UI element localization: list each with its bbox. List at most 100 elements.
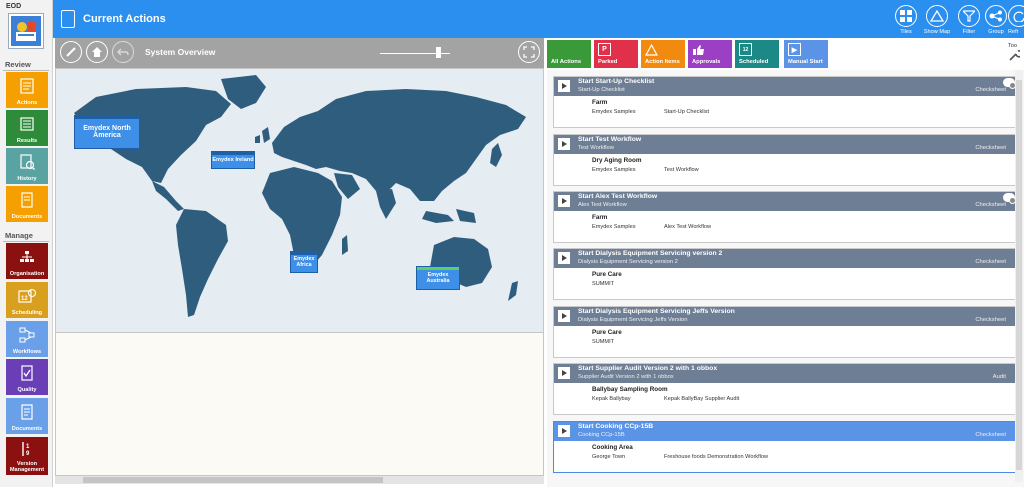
parked-icon: P xyxy=(598,43,611,56)
play-icon: ▶ xyxy=(788,43,801,56)
action-subtitle: Cooking CCp-15B xyxy=(578,432,625,438)
pin-strip xyxy=(417,267,459,270)
play-icon xyxy=(562,198,567,204)
action-card[interactable]: Start Dialysis Equipment Servicing versi… xyxy=(553,248,1019,300)
top-bar: Current Actions Tiles Show Map Filter Gr… xyxy=(53,0,1024,38)
action-form: Freshouse foods Demonstration Workflow xyxy=(664,454,769,460)
action-card[interactable]: Start Supplier Audit Version 2 with 1 ob… xyxy=(553,363,1019,415)
map-pin-ireland[interactable]: Emydex Ireland xyxy=(211,151,255,169)
tools-button[interactable]: Too xyxy=(1008,43,1024,63)
action-type: Checksheet xyxy=(975,259,1006,265)
tab-action-items[interactable]: Action Items xyxy=(641,40,685,68)
tab-label: All Actions xyxy=(551,59,582,65)
sidebar-item-label: Actions xyxy=(16,100,38,106)
action-card-selected[interactable]: Start Cooking CCp-15B Cooking CCp-15B Ch… xyxy=(553,421,1019,473)
action-type: Checksheet xyxy=(975,202,1006,208)
sidebar-item-history[interactable]: History xyxy=(6,148,48,184)
start-button[interactable] xyxy=(558,80,570,92)
tiles-button[interactable]: Tiles xyxy=(892,5,920,35)
pin-strip xyxy=(212,152,254,155)
play-icon xyxy=(562,83,567,89)
start-button[interactable] xyxy=(558,252,570,264)
show-map-label: Show Map xyxy=(923,29,951,35)
tab-label: Action Items xyxy=(645,59,680,65)
action-site: Emydex Samples xyxy=(592,167,636,173)
sidebar-item-actions[interactable]: Actions xyxy=(6,72,48,108)
actions-icon xyxy=(20,78,34,94)
sidebar-item-label: Organisation xyxy=(9,271,45,277)
map-pin-north-america[interactable]: Emydex North America xyxy=(74,115,140,149)
action-location: Farm xyxy=(592,99,608,106)
action-form: Kepak BallyBay Supplier Audit xyxy=(664,396,740,402)
action-card[interactable]: Start Dialysis Equipment Servicing Jeffs… xyxy=(553,306,1019,358)
organisation-icon xyxy=(20,251,34,262)
group-label: Group xyxy=(988,29,1004,35)
calendar-icon: 12 xyxy=(739,43,752,56)
refresh-button[interactable]: Refr xyxy=(1008,5,1024,35)
sidebar-item-documents-manage[interactable]: Documents xyxy=(6,398,48,434)
tab-manual-start[interactable]: ▶ Manual Start xyxy=(784,40,828,68)
app-logo[interactable] xyxy=(8,13,44,49)
zoom-slider-handle[interactable] xyxy=(436,47,441,58)
sidebar-item-label: Documents xyxy=(11,214,43,220)
action-card[interactable]: Start Start-Up Checklist Start-Up Checkl… xyxy=(553,76,1019,128)
scrollbar-thumb[interactable] xyxy=(1016,80,1022,470)
vertical-scrollbar[interactable] xyxy=(1015,70,1023,482)
action-card[interactable]: Start Test Workflow Test Workflow Checks… xyxy=(553,134,1019,186)
action-location: Farm xyxy=(592,214,608,221)
tab-approvals[interactable]: Approvals xyxy=(688,40,732,68)
action-subtitle: Dialysis Equipment Servicing Jeffs Versi… xyxy=(578,317,688,323)
start-button[interactable] xyxy=(558,138,570,150)
map-pin-africa[interactable]: Emydex Africa xyxy=(290,251,318,273)
scrollbar-thumb[interactable] xyxy=(83,477,383,483)
workflows-icon xyxy=(19,327,35,343)
start-button[interactable] xyxy=(558,195,570,207)
start-button[interactable] xyxy=(558,310,570,322)
action-card[interactable]: Start Alex Test Workflow Alex Test Workf… xyxy=(553,191,1019,243)
sidebar-item-workflows[interactable]: Workflows xyxy=(6,321,48,357)
history-icon xyxy=(20,154,35,170)
results-icon xyxy=(20,117,34,131)
map-title: System Overview xyxy=(145,47,216,57)
sidebar-item-label: History xyxy=(17,176,37,182)
action-type: Checksheet xyxy=(975,145,1006,151)
action-form: Start-Up Checklist xyxy=(664,109,710,115)
start-button[interactable] xyxy=(558,425,570,437)
sidebar-item-organisation[interactable]: Organisation xyxy=(6,243,48,279)
start-button[interactable] xyxy=(558,367,570,379)
action-title: Start Test Workflow xyxy=(578,136,642,143)
tab-parked[interactable]: P Parked xyxy=(594,40,638,68)
page-title: Current Actions xyxy=(83,13,166,25)
pin-label: Emydex Ireland xyxy=(212,157,254,163)
sidebar-item-version-management[interactable]: 19 Version Management xyxy=(6,437,48,475)
group-button[interactable]: Group xyxy=(982,5,1010,35)
manage-section-label: Manage xyxy=(5,231,33,240)
edit-button[interactable] xyxy=(60,41,82,63)
action-site: George Town xyxy=(592,454,626,460)
map-pin-australia[interactable]: Emydex Australia xyxy=(416,266,460,290)
fullscreen-button[interactable] xyxy=(518,41,540,63)
action-location: Pure Care xyxy=(592,271,622,278)
tab-scheduled[interactable]: 12 Scheduled xyxy=(735,40,779,68)
tab-label: Approvals xyxy=(692,59,721,65)
tab-all-actions[interactable]: All Actions xyxy=(547,40,591,68)
show-map-button[interactable]: Show Map xyxy=(923,5,951,35)
filter-icon xyxy=(963,10,975,22)
action-location: Cooking Area xyxy=(592,444,633,451)
horizontal-scrollbar[interactable] xyxy=(55,476,544,484)
svg-text:12: 12 xyxy=(21,296,28,302)
sidebar-item-quality[interactable]: Quality xyxy=(6,359,48,395)
cloud-sync-icon xyxy=(1003,193,1016,204)
pin-label: Emydex Australia xyxy=(426,272,450,284)
sidebar-item-scheduling[interactable]: 12 Scheduling xyxy=(6,282,48,318)
tab-label: Scheduled xyxy=(739,59,769,65)
action-location: Ballybay Sampling Room xyxy=(592,386,668,393)
world-map[interactable]: Emydex North America Emydex Ireland Emyd… xyxy=(55,68,544,333)
pin-strip xyxy=(291,252,317,255)
sidebar-item-documents[interactable]: Documents xyxy=(6,186,48,222)
back-button[interactable] xyxy=(112,41,134,63)
sidebar-item-results[interactable]: Results xyxy=(6,110,48,146)
filter-button[interactable]: Filter xyxy=(955,5,983,35)
map-icon xyxy=(930,10,944,22)
home-button[interactable] xyxy=(86,41,108,63)
